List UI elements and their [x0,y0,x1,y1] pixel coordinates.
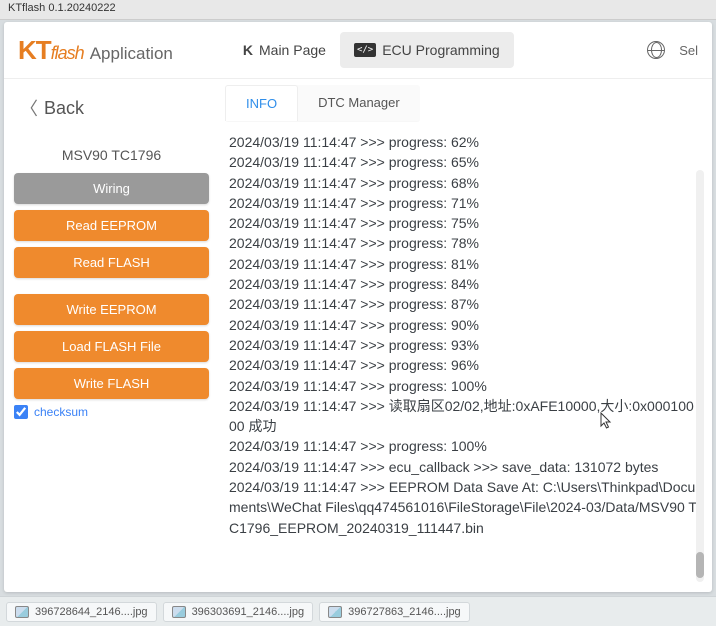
log-line: 2024/03/19 11:14:47 >>> progress: 71% [229,193,698,213]
logo-app-label: Application [90,44,173,64]
k-icon: K [243,42,253,58]
taskbar-item-label: 396303691_2146....jpg [192,606,305,618]
language-select[interactable]: Sel [679,43,698,58]
log-line: 2024/03/19 11:14:47 >>> progress: 81% [229,254,698,274]
log-line: 2024/03/19 11:14:47 >>> EEPROM Data Save… [229,477,698,538]
window-title: KTflash 0.1.20240222 [8,2,116,14]
tab-bar: INFO DTC Manager [225,85,420,122]
checksum-checkbox[interactable]: checksum [14,405,209,419]
wiring-button[interactable]: Wiring [14,173,209,204]
log-line: 2024/03/19 11:14:47 >>> progress: 84% [229,274,698,294]
write-eeprom-button[interactable]: Write EEPROM [14,294,209,325]
log-line: 2024/03/19 11:14:47 >>> progress: 93% [229,335,698,355]
sidebar: 〈 Back MSV90 TC1796 Wiring Read EEPROM R… [4,79,219,592]
read-eeprom-button[interactable]: Read EEPROM [14,210,209,241]
log-line: 2024/03/19 11:14:47 >>> progress: 90% [229,315,698,335]
code-icon: </> [354,43,376,57]
back-button[interactable]: 〈 Back [14,91,209,125]
logo-mark: KTflash [18,35,84,66]
chevron-left-icon: 〈 [20,95,38,121]
app-header: KTflash Application K Main Page </> ECU … [4,22,712,79]
main-panel: INFO DTC Manager 2024/03/19 11:14:47 >>>… [219,79,712,592]
log-output[interactable]: 2024/03/19 11:14:47 >>> progress: 62%202… [225,122,702,586]
image-file-icon [15,606,29,618]
log-line: 2024/03/19 11:14:47 >>> progress: 68% [229,173,698,193]
checksum-label: checksum [34,405,88,419]
load-flash-file-button[interactable]: Load FLASH File [14,331,209,362]
log-line: 2024/03/19 11:14:47 >>> 读取扇区02/02,地址:0xA… [229,396,698,437]
log-line: 2024/03/19 11:14:47 >>> ecu_callback >>>… [229,457,698,477]
content-area: 〈 Back MSV90 TC1796 Wiring Read EEPROM R… [4,79,712,592]
ecu-title: MSV90 TC1796 [14,147,209,163]
taskbar-item[interactable]: 396303691_2146....jpg [163,602,314,622]
tab-info[interactable]: INFO [225,85,298,121]
logo: KTflash Application [18,35,173,66]
window-titlebar: KTflash 0.1.20240222 [0,0,716,20]
nav-main-page[interactable]: K Main Page [229,32,340,68]
image-file-icon [172,606,186,618]
header-right: Sel [647,41,698,59]
scrollbar-thumb[interactable] [696,552,704,578]
taskbar-item[interactable]: 396727863_2146....jpg [319,602,470,622]
log-line: 2024/03/19 11:14:47 >>> progress: 65% [229,152,698,172]
log-line: 2024/03/19 11:14:47 >>> progress: 96% [229,355,698,375]
scrollbar-track[interactable] [696,170,704,582]
taskbar-item-label: 396728644_2146....jpg [35,606,148,618]
log-line: 2024/03/19 11:14:47 >>> progress: 87% [229,294,698,314]
taskbar-item[interactable]: 396728644_2146....jpg [6,602,157,622]
read-flash-button[interactable]: Read FLASH [14,247,209,278]
tab-dtc-manager[interactable]: DTC Manager [298,85,420,121]
globe-icon[interactable] [647,41,665,59]
log-line: 2024/03/19 11:14:47 >>> progress: 100% [229,376,698,396]
nav-main-label: Main Page [259,42,326,58]
log-line: 2024/03/19 11:14:47 >>> progress: 62% [229,132,698,152]
log-line: 2024/03/19 11:14:47 >>> progress: 100% [229,436,698,456]
main-nav: K Main Page </> ECU Programming [229,32,514,68]
log-line: 2024/03/19 11:14:47 >>> progress: 78% [229,233,698,253]
back-label: Back [44,98,84,119]
nav-ecu-label: ECU Programming [382,42,499,58]
taskbar: 396728644_2146....jpg 396303691_2146....… [0,596,716,626]
app-window: KTflash Application K Main Page </> ECU … [4,22,712,592]
write-flash-button[interactable]: Write FLASH [14,368,209,399]
log-line: 2024/03/19 11:14:47 >>> progress: 75% [229,213,698,233]
taskbar-item-label: 396727863_2146....jpg [348,606,461,618]
image-file-icon [328,606,342,618]
checksum-input[interactable] [14,405,28,419]
nav-ecu-programming[interactable]: </> ECU Programming [340,32,514,68]
